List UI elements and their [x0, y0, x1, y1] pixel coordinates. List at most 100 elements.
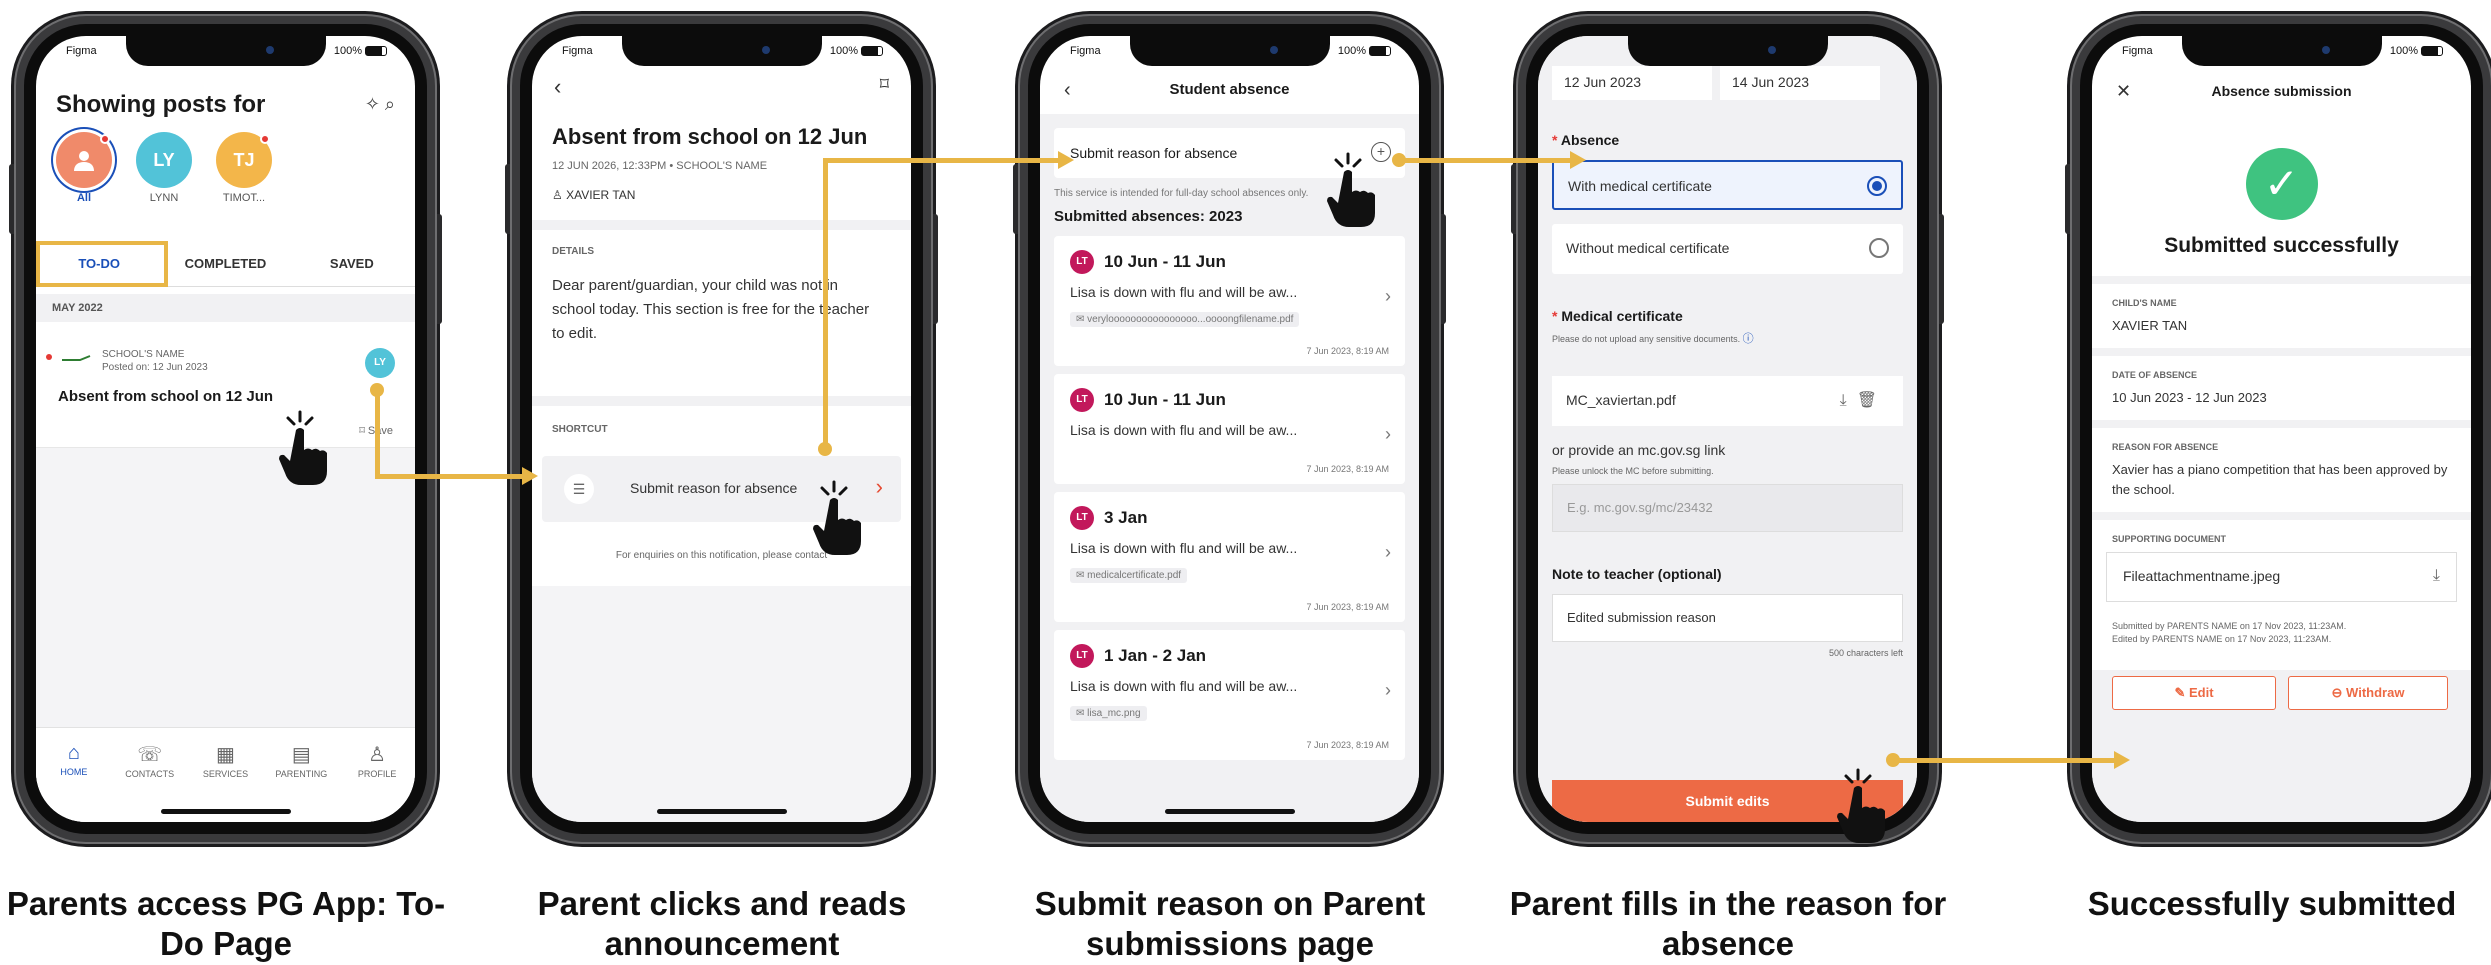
delete-icon[interactable]: 🗑 [1857, 392, 1887, 409]
char-count: 500 characters left [1828, 648, 1903, 658]
details-label: DETAILS [552, 246, 595, 257]
tab-completed[interactable]: COMPLETED [162, 241, 288, 286]
date-from-field[interactable]: 12 Jun 2023 [1552, 66, 1712, 100]
battery-icon [1369, 46, 1391, 57]
nav-home[interactable]: ⌂ HOME [36, 742, 112, 822]
caption-step-1: Parents access PG App: To-Do Page [6, 885, 446, 962]
submission-log: Submitted by PARENTS NAME on 17 Nov 2023… [2112, 621, 2347, 644]
post-card[interactable]: SCHOOL'S NAME Posted on: 12 Jun 2023 LY … [36, 328, 415, 448]
bookmark-icon[interactable]: ⌑ [880, 74, 889, 95]
chevron-right-icon: › [1385, 542, 1391, 562]
absence-card[interactable]: LT 1 Jan - 2 Jan Lisa is down with flu a… [1054, 630, 1405, 760]
info-icon[interactable]: ⓘ [1743, 333, 1754, 345]
header-icons[interactable]: ✧ ⌕ [365, 94, 395, 115]
download-icon[interactable]: ⤓ [2433, 567, 2440, 585]
uploaded-file: MC_xaviertan.pdf ⤓🗑 [1552, 376, 1903, 426]
month-header: MAY 2022 [36, 294, 415, 322]
mc-label: * Medical certificate [1552, 308, 1683, 324]
mc-note: Please do not upload any sensitive docum… [1552, 333, 1754, 345]
phone-announcement: Figma 100% ‹ ⌑ Absent from school on 12 … [505, 14, 938, 844]
student-badge: LT [1070, 250, 1094, 274]
edit-button[interactable]: ✎ Edit [2112, 676, 2276, 710]
school-name: SCHOOL'S NAME [102, 349, 185, 360]
post-avatar: LY [365, 348, 395, 378]
chevron-right-icon: › [1385, 680, 1391, 700]
arrow-right-icon [1570, 151, 1586, 169]
announcement-title: Absent from school on 12 Jun [552, 124, 868, 149]
phone-absence-form: 12 Jun 2023 14 Jun 2023 * Absence With m… [1511, 14, 1944, 844]
page-title: Student absence [1169, 81, 1290, 98]
date-to-field[interactable]: 14 Jun 2023 [1720, 66, 1880, 100]
connector-line [1404, 158, 1574, 163]
download-icon[interactable]: ⤓ [1840, 392, 1857, 409]
post-date: Posted on: 12 Jun 2023 [102, 362, 208, 373]
tap-hand-icon [813, 480, 861, 555]
battery-icon [2421, 46, 2443, 57]
success-message: Submitted successfully [2164, 234, 2399, 257]
service-note: This service is intended for full-day sc… [1054, 188, 1309, 199]
contacts-icon: ☏ [137, 744, 163, 766]
parenting-icon: ▤ [291, 744, 311, 766]
absence-card[interactable]: LT 3 Jan Lisa is down with flu and will … [1054, 492, 1405, 622]
arrow-right-icon [1058, 151, 1074, 169]
nav-profile[interactable]: ♙ PROFILE [339, 742, 415, 822]
option-with-mc[interactable]: With medical certificate [1552, 160, 1903, 210]
back-icon[interactable]: ‹ [554, 74, 561, 100]
group-icon [74, 151, 94, 171]
radio-unselected [1869, 238, 1889, 258]
tab-saved[interactable]: SAVED [289, 241, 415, 286]
tap-hand-icon [1837, 768, 1885, 843]
caption-step-5: Successfully submitted [2087, 885, 2457, 922]
connector-dot [1886, 753, 1900, 767]
battery-icon [861, 46, 883, 57]
avatar-label-lynn: LYNN [149, 192, 179, 204]
connector-dot [370, 383, 384, 397]
child-name-field: CHILD'S NAME XAVIER TAN [2092, 284, 2471, 348]
supporting-doc-file[interactable]: Fileattachmentname.jpeg ⤓ [2106, 552, 2457, 602]
student-badge: LT [1070, 388, 1094, 412]
battery-icon [365, 46, 387, 57]
shortcut-label: SHORTCUT [552, 424, 608, 435]
option-without-mc[interactable]: Without medical certificate [1552, 224, 1903, 274]
connector-dot [1392, 153, 1406, 167]
avatar-all[interactable] [56, 132, 112, 188]
success-check-icon: ✓ [2245, 148, 2318, 220]
absence-card[interactable]: LT 10 Jun - 11 Jun Lisa is down with flu… [1054, 374, 1405, 484]
caption-step-3: Submit reason on Parent submissions page [1034, 885, 1426, 962]
school-logo-icon [60, 350, 94, 361]
screen-announcement: Figma 100% ‹ ⌑ Absent from school on 12 … [532, 36, 911, 822]
profile-icon: ♙ [368, 744, 387, 766]
chevron-right-icon: › [875, 474, 883, 499]
arrow-right-icon [2114, 751, 2130, 769]
connector-line [1898, 758, 2118, 763]
note-input[interactable]: Edited submission reason [1552, 594, 1903, 642]
attachment-chip: ✉ medicalcertificate.pdf [1070, 568, 1188, 583]
home-icon: ⌂ [67, 742, 80, 764]
page-title: Showing posts for [56, 91, 266, 118]
unread-dot [46, 354, 52, 360]
withdraw-button[interactable]: ⊖ Withdraw [2288, 676, 2448, 710]
battery-level: 100% [333, 45, 362, 57]
connector-line [823, 158, 1061, 163]
mc-link-note: Please unlock the MC before submitting. [1552, 466, 1714, 476]
chevron-right-icon: › [1385, 286, 1391, 306]
absence-card[interactable]: LT 10 Jun - 11 Jun Lisa is down with flu… [1054, 236, 1405, 366]
student-badge: LT [1070, 506, 1094, 530]
absence-date-field: DATE OF ABSENCE 10 Jun 2023 - 12 Jun 202… [2092, 356, 2471, 420]
absence-reason-field: REASON FOR ABSENCE Xavier has a piano co… [2092, 428, 2471, 512]
submitted-heading: Submitted absences: 2023 [1054, 208, 1243, 225]
avatar-lynn[interactable]: LY [136, 132, 192, 188]
carrier: Figma [66, 45, 97, 57]
screen-submission-success: Figma 100% ✕ Absence submission ✓ Submit… [2092, 36, 2471, 822]
connector-line [823, 162, 828, 448]
services-icon: ▦ [216, 744, 235, 766]
chevron-right-icon: › [1385, 424, 1391, 444]
attachment-chip: ✉ veryloooooooooooooooo...oooongfilename… [1070, 312, 1300, 327]
avatar-label-all: All [76, 192, 92, 204]
avatar-label-timothy: TIMOT... [222, 192, 266, 204]
phone-student-absence: Figma 100% ‹ Student absence Submit reas… [1013, 14, 1446, 844]
person-icon: ♙ [552, 188, 567, 202]
student-name: ♙ XAVIER TAN [552, 188, 636, 202]
mc-link-input[interactable]: E.g. mc.gov.sg/mc/23432 [1552, 484, 1903, 532]
avatar-timothy[interactable]: TJ [216, 132, 272, 188]
